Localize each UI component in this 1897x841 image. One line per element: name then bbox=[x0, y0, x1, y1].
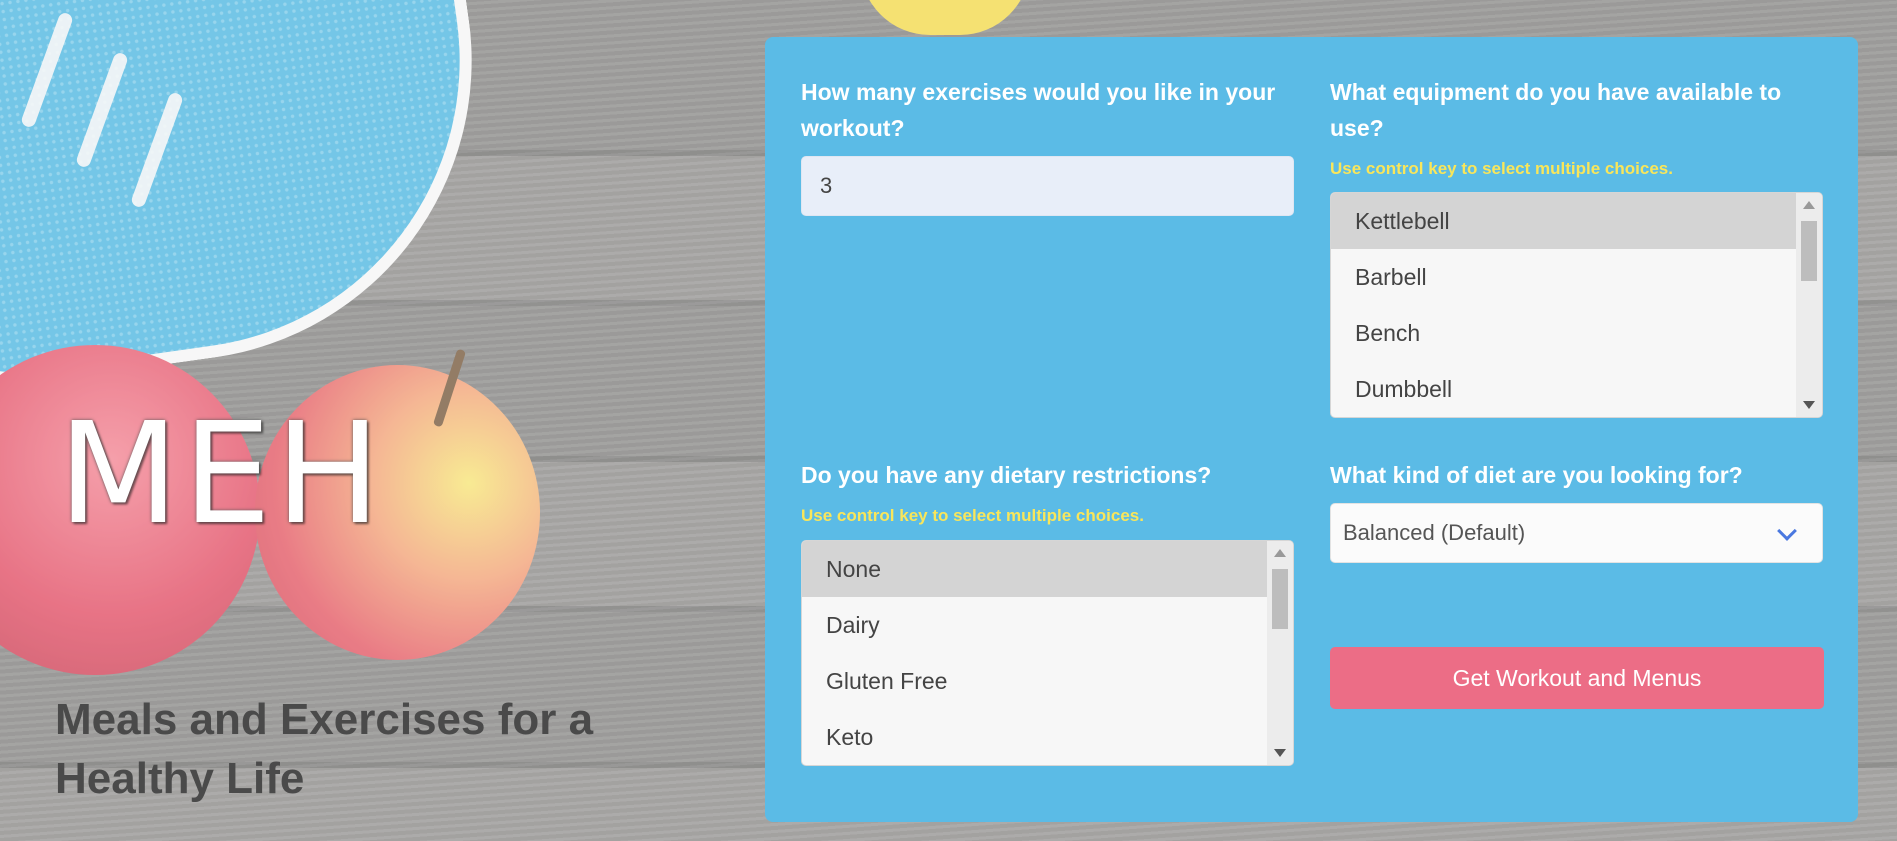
diet-label: What kind of diet are you looking for? bbox=[1330, 462, 1743, 488]
restrictions-option[interactable]: Dairy bbox=[802, 597, 1268, 653]
equipment-option[interactable]: Barbell bbox=[1331, 249, 1797, 305]
equipment-option[interactable]: Dumbbell bbox=[1331, 361, 1797, 417]
scroll-thumb[interactable] bbox=[1801, 221, 1817, 281]
scroll-thumb[interactable] bbox=[1272, 569, 1288, 629]
equipment-option[interactable]: Bench bbox=[1331, 305, 1797, 361]
restrictions-label: Do you have any dietary restrictions? bbox=[801, 462, 1212, 488]
restrictions-listbox[interactable]: None Dairy Gluten Free Keto bbox=[801, 540, 1294, 766]
diet-select-value: Balanced (Default) bbox=[1343, 520, 1526, 545]
site-title: MEH bbox=[58, 393, 385, 556]
equipment-option[interactable]: Kettlebell bbox=[1331, 193, 1797, 249]
equipment-scrollbar[interactable] bbox=[1796, 193, 1822, 417]
equipment-label: What equipment do you have available to … bbox=[1330, 79, 1782, 141]
equipment-hint: Use control key to select multiple choic… bbox=[1330, 159, 1673, 178]
restrictions-option[interactable]: Keto bbox=[802, 709, 1268, 765]
chevron-down-icon bbox=[1777, 521, 1797, 541]
scroll-up-icon[interactable] bbox=[1274, 549, 1286, 557]
restrictions-option[interactable]: Gluten Free bbox=[802, 653, 1268, 709]
restrictions-scrollbar[interactable] bbox=[1267, 541, 1293, 765]
scroll-up-icon[interactable] bbox=[1803, 201, 1815, 209]
scroll-down-icon[interactable] bbox=[1274, 749, 1286, 757]
scroll-down-icon[interactable] bbox=[1803, 401, 1815, 409]
site-subtitle: Meals and Exercises for a Healthy Life bbox=[55, 695, 594, 803]
diet-select[interactable]: Balanced (Default) bbox=[1330, 503, 1823, 563]
get-workout-button[interactable]: Get Workout and Menus bbox=[1330, 647, 1824, 709]
exercises-label: How many exercises would you like in you… bbox=[801, 79, 1276, 141]
exercises-input[interactable] bbox=[801, 156, 1294, 216]
equipment-listbox[interactable]: Kettlebell Barbell Bench Dumbbell bbox=[1330, 192, 1823, 418]
restrictions-option[interactable]: None bbox=[802, 541, 1268, 597]
restrictions-hint: Use control key to select multiple choic… bbox=[801, 506, 1144, 525]
